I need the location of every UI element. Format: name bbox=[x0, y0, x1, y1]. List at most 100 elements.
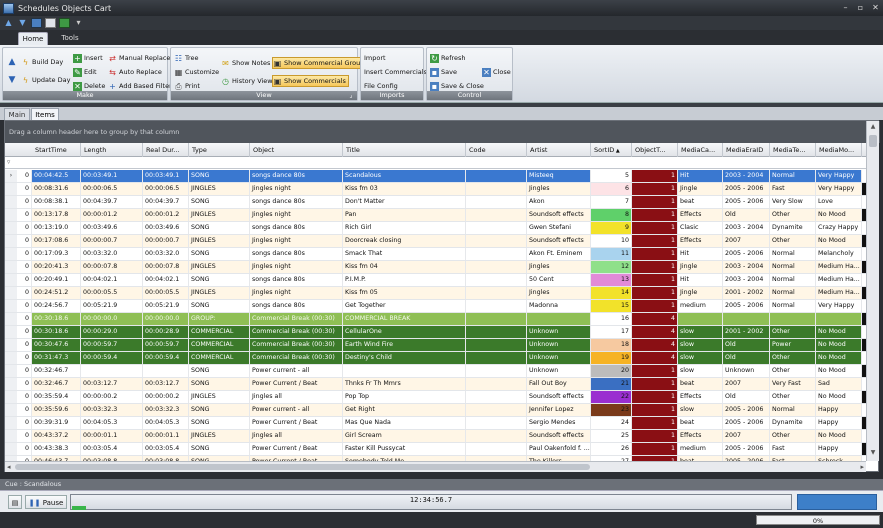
cell-real-dur[interactable]: 00:03:12.7 bbox=[143, 378, 189, 390]
cell-mediamo[interactable]: Crazy Happy bbox=[816, 222, 862, 234]
cell-index[interactable]: 0 bbox=[17, 274, 32, 286]
cell-mediaeraid[interactable]: 2007 bbox=[723, 378, 770, 390]
playback-progress[interactable]: 12:34:56.7 bbox=[70, 494, 792, 510]
minimize-button[interactable]: – bbox=[838, 1, 853, 15]
cell-sortid[interactable]: 8 bbox=[591, 209, 632, 221]
cell-sortid[interactable]: 12 bbox=[591, 261, 632, 273]
cell-objectt[interactable]: 1 bbox=[632, 391, 678, 403]
column-header-code[interactable]: Code bbox=[466, 143, 527, 157]
cell-sortid[interactable]: 23 bbox=[591, 404, 632, 416]
cell-objectt[interactable]: 1 bbox=[632, 404, 678, 416]
cell-object[interactable]: Jingles night bbox=[250, 287, 343, 299]
cell-real-dur[interactable]: 00:00:00.0 bbox=[143, 313, 189, 325]
cell-index[interactable]: 0 bbox=[17, 300, 32, 312]
cell-real-dur[interactable]: 00:03:49.1 bbox=[143, 170, 189, 182]
cell-code[interactable] bbox=[466, 222, 527, 234]
cell-mediamo[interactable]: Love bbox=[816, 196, 862, 208]
cell-type[interactable]: SONG bbox=[189, 196, 250, 208]
table-row[interactable]: 0 00:08:38.1 00:04:39.7 00:04:39.7 SONG songs… bbox=[5, 196, 866, 209]
cell-mediamo[interactable]: No Mood bbox=[816, 365, 862, 377]
column-header-artist[interactable]: Artist bbox=[527, 143, 591, 157]
cell-starttime[interactable]: 00:31:47.3 bbox=[32, 352, 81, 364]
cell-real-dur[interactable]: 00:05:21.9 bbox=[143, 300, 189, 312]
cell-type[interactable]: COMMERCIAL bbox=[189, 326, 250, 338]
cell-sortid[interactable]: 13 bbox=[591, 274, 632, 286]
vertical-scrollbar[interactable]: ▲ ▼ bbox=[866, 121, 879, 461]
cell-objectt[interactable]: 1 bbox=[632, 274, 678, 286]
cell-mediate[interactable]: Normal bbox=[770, 287, 816, 299]
table-row[interactable]: 0 00:17:09.3 00:03:32.0 00:03:32.0 SONG songs… bbox=[5, 248, 866, 261]
cell-mediaeraid[interactable]: 2005 - 2006 bbox=[723, 417, 770, 429]
cell-mediaca[interactable]: Hit bbox=[678, 274, 723, 286]
cell-starttime[interactable]: 00:43:38.3 bbox=[32, 443, 81, 455]
cell-mediaeraid[interactable]: 2007 bbox=[723, 430, 770, 442]
cell-mediamo[interactable]: Very Happy bbox=[816, 183, 862, 195]
show-notes-button[interactable]: ✉ Show Notes bbox=[221, 57, 270, 69]
cell-sortid[interactable]: 17 bbox=[591, 326, 632, 338]
document-icon[interactable] bbox=[45, 18, 56, 28]
cell-type[interactable]: JINGLES bbox=[189, 261, 250, 273]
cell-artist[interactable]: Akon bbox=[527, 196, 591, 208]
cell-mediaca[interactable]: Effects bbox=[678, 430, 723, 442]
cell-length[interactable]: 00:00:59.7 bbox=[81, 339, 143, 351]
cell-mediamo[interactable]: Very Happy bbox=[816, 300, 862, 312]
cell-code[interactable] bbox=[466, 404, 527, 416]
tab-items[interactable]: Items bbox=[31, 108, 59, 120]
cell-title[interactable]: Rich Girl bbox=[343, 222, 466, 234]
cell-type[interactable]: JINGLES bbox=[189, 235, 250, 247]
cell-mediaca[interactable]: slow bbox=[678, 365, 723, 377]
cell-artist[interactable]: Akon Ft. Eminem bbox=[527, 248, 591, 260]
scroll-thumb[interactable] bbox=[15, 464, 590, 470]
cell-title[interactable]: Earth Wind Fire bbox=[343, 339, 466, 351]
cell-real-dur[interactable]: 00:00:06.5 bbox=[143, 183, 189, 195]
cell-mediate[interactable]: Other bbox=[770, 352, 816, 364]
cell-type[interactable]: SONG bbox=[189, 248, 250, 260]
refresh-icon[interactable] bbox=[59, 18, 70, 28]
cell-starttime[interactable]: 00:24:56.7 bbox=[32, 300, 81, 312]
table-row[interactable]: 0 00:13:19.0 00:03:49.6 00:03:49.6 SONG songs… bbox=[5, 222, 866, 235]
cell-artist[interactable]: Soundsoft effects bbox=[527, 430, 591, 442]
cell-type[interactable]: JINGLES bbox=[189, 391, 250, 403]
table-row[interactable]: 0 00:13:17.8 00:00:01.2 00:00:01.2 JINGLES Ji… bbox=[5, 209, 866, 222]
cell-index[interactable]: 0 bbox=[17, 261, 32, 273]
cell-starttime[interactable]: 00:20:41.3 bbox=[32, 261, 81, 273]
cell-length[interactable]: 00:00:06.5 bbox=[81, 183, 143, 195]
cell-type[interactable]: JINGLES bbox=[189, 183, 250, 195]
cell-object[interactable]: Power current - all bbox=[250, 404, 343, 416]
cell-code[interactable] bbox=[466, 274, 527, 286]
cell-title[interactable]: Get Together bbox=[343, 300, 466, 312]
cell-sortid[interactable]: 20 bbox=[591, 365, 632, 377]
cell-mediaca[interactable]: Effects bbox=[678, 209, 723, 221]
cell-real-dur[interactable]: 00:00:00.7 bbox=[143, 235, 189, 247]
cell-sortid[interactable]: 19 bbox=[591, 352, 632, 364]
cell-real-dur[interactable]: 00:00:00.2 bbox=[143, 391, 189, 403]
previous-icon[interactable]: ▲ bbox=[7, 57, 17, 67]
cell-mediate[interactable]: Other bbox=[770, 430, 816, 442]
cell-sortid[interactable]: 26 bbox=[591, 443, 632, 455]
cell-object[interactable]: Jingles night bbox=[250, 235, 343, 247]
cell-index[interactable]: 0 bbox=[17, 404, 32, 416]
filter-row[interactable]: ▿ bbox=[5, 157, 866, 169]
cell-objectt[interactable]: 1 bbox=[632, 300, 678, 312]
cell-real-dur[interactable]: 00:04:02.1 bbox=[143, 274, 189, 286]
cell-object[interactable]: Commercial Break (00:30) bbox=[250, 352, 343, 364]
cell-mediaca[interactable]: Jingle bbox=[678, 183, 723, 195]
cell-starttime[interactable]: 00:32:46.7 bbox=[32, 365, 81, 377]
cell-title[interactable]: Doorcreak closing bbox=[343, 235, 466, 247]
cell-index[interactable]: 0 bbox=[17, 339, 32, 351]
cell-mediate[interactable]: Dynamite bbox=[770, 222, 816, 234]
cell-type[interactable]: COMMERCIAL bbox=[189, 339, 250, 351]
table-row[interactable]: 0 00:39:31.9 00:04:05.3 00:04:05.3 SONG Power… bbox=[5, 417, 866, 430]
refresh-button[interactable]: ↻ Refresh bbox=[430, 52, 466, 64]
cell-artist[interactable]: 50 Cent bbox=[527, 274, 591, 286]
cell-code[interactable] bbox=[466, 300, 527, 312]
cell-mediate[interactable] bbox=[770, 313, 816, 325]
cell-starttime[interactable]: 00:24:51.2 bbox=[32, 287, 81, 299]
cell-object[interactable]: Jingles night bbox=[250, 209, 343, 221]
cell-mediate[interactable]: Very Fast bbox=[770, 378, 816, 390]
cell-length[interactable]: 00:00:00.7 bbox=[81, 235, 143, 247]
column-header-objectt[interactable]: ObjectT... bbox=[632, 143, 678, 157]
table-row[interactable]: 0 00:30:18.6 00:00:00.0 00:00:00.0 GROUP: Com… bbox=[5, 313, 866, 326]
cell-mediate[interactable]: Normal bbox=[770, 274, 816, 286]
cell-starttime[interactable]: 00:35:59.6 bbox=[32, 404, 81, 416]
